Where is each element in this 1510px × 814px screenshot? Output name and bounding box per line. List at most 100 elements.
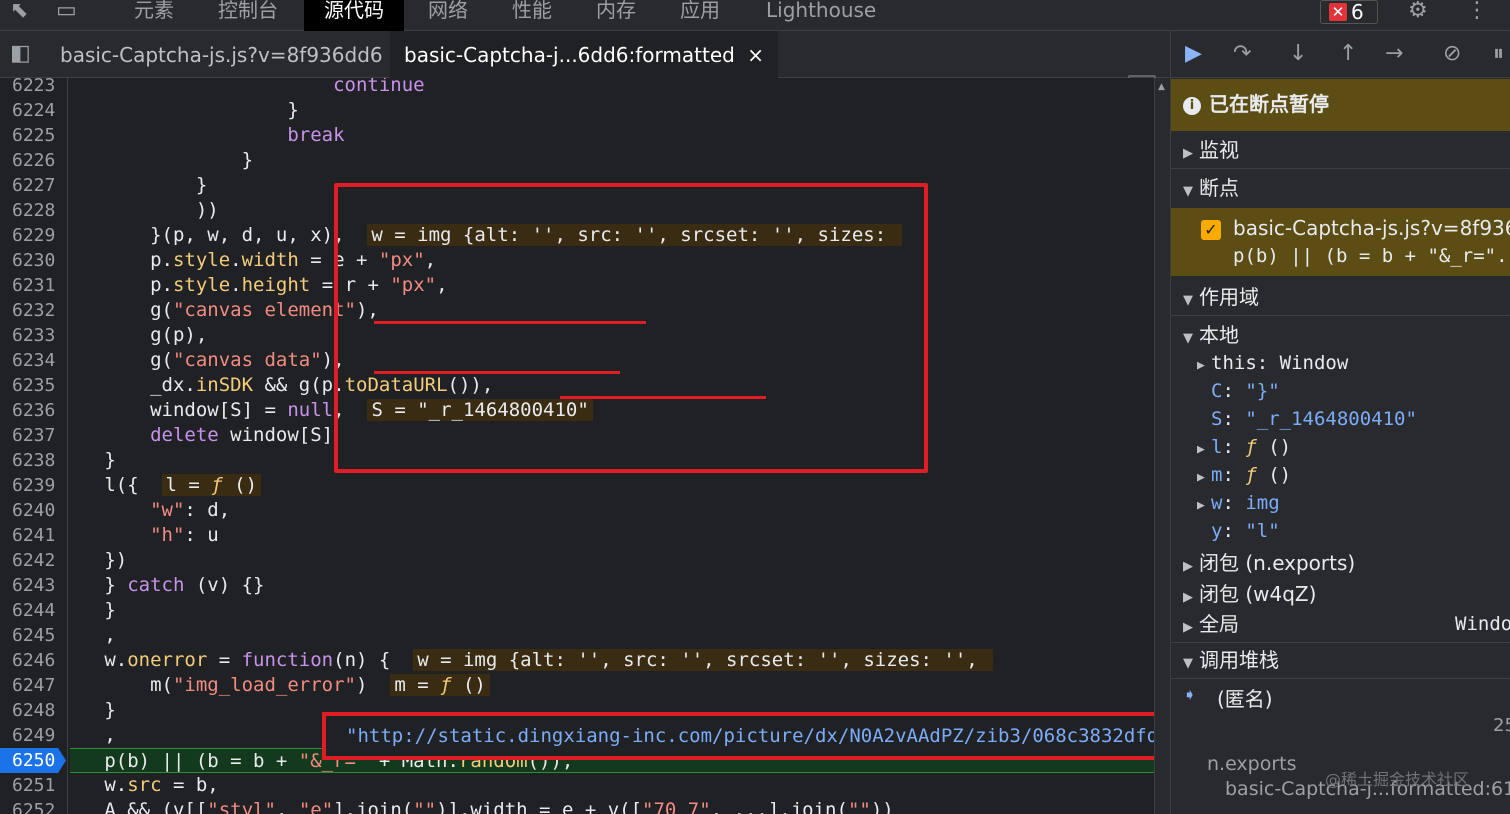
info-icon: i	[1183, 97, 1201, 115]
line-number[interactable]: 6233	[0, 323, 66, 348]
tab-sources[interactable]: 源代码	[304, 0, 404, 31]
code-line: break	[287, 124, 345, 146]
section-watch[interactable]: ▶ 监视	[1171, 132, 1510, 169]
collapse-icon: ▼	[1183, 656, 1193, 671]
line-number[interactable]: 6242	[0, 548, 66, 573]
line-number[interactable]: 6249	[0, 723, 66, 748]
line-number[interactable]: 6239	[0, 473, 66, 498]
line-number[interactable]: 6240	[0, 498, 66, 523]
line-number[interactable]: 6244	[0, 598, 66, 623]
line-number[interactable]: 6243	[0, 573, 66, 598]
closure2-label: 闭包 (w4qZ)	[1199, 582, 1317, 606]
section-call-stack[interactable]: ▼ 调用堆栈	[1171, 642, 1510, 679]
scope-label: 作用域	[1199, 285, 1259, 309]
watch-label: 监视	[1199, 138, 1239, 162]
tab-memory[interactable]: 内存	[586, 0, 646, 31]
line-number[interactable]: 6223	[0, 78, 66, 98]
breakpoint-item[interactable]: ✓ basic-Captcha-js.js?v=8f936... p(b) ||…	[1171, 208, 1510, 276]
line-number[interactable]: 6230	[0, 248, 66, 273]
scope-var-s[interactable]: S: "_r_1464800410"	[1211, 405, 1417, 433]
scope-var-m[interactable]: ▶ m: ƒ ()	[1197, 461, 1291, 489]
debugger-sidebar: ▶ ↷ ↓ ↑ → ⊘ ⏸ i 已在断点暂停 ▶ 监视 ▼ 断点 ✓ basic-Ca…	[1170, 31, 1510, 814]
line-number[interactable]: 6251	[0, 773, 66, 798]
code-line: }	[70, 149, 254, 171]
expand-icon: ▶	[1197, 442, 1205, 457]
step-icon[interactable]: →	[1385, 41, 1403, 66]
line-number[interactable]: 6252	[0, 798, 66, 814]
line-number[interactable]: 6227	[0, 173, 66, 198]
tab-performance[interactable]: 性能	[502, 0, 562, 31]
line-number[interactable]: 6238	[0, 448, 66, 473]
call-frame-nexports[interactable]: n.exports	[1207, 753, 1297, 775]
file-tab-original[interactable]: basic-Captcha-js.js?v=8f936dd6	[60, 31, 383, 78]
code-line: ,	[70, 624, 116, 646]
section-breakpoints[interactable]: ▼ 断点	[1171, 170, 1510, 207]
scope-global[interactable]: ▶ 全局 Windo	[1171, 606, 1510, 643]
tab-network[interactable]: 网络	[418, 0, 478, 31]
step-into-icon[interactable]: ↓	[1289, 41, 1307, 66]
tab-console[interactable]: 控制台	[208, 0, 288, 31]
line-number[interactable]: 6226	[0, 148, 66, 173]
scope-var-c[interactable]: C: "}"	[1211, 377, 1280, 405]
step-out-icon[interactable]: ↑	[1339, 41, 1357, 66]
expand-icon: ▶	[1197, 470, 1205, 485]
deactivate-breakpoints-icon[interactable]: ⊘	[1443, 41, 1461, 66]
line-number[interactable]: 6234	[0, 348, 66, 373]
scope-var-this[interactable]: ▶ this: Window	[1197, 349, 1348, 377]
call-frame-anonymous[interactable]: (匿名)	[1217, 683, 1273, 712]
more-options-icon[interactable]: ⋮	[1466, 0, 1488, 22]
code-line: w.onerror = function(n) { w = img {alt: …	[70, 648, 1154, 673]
scope-var-w[interactable]: ▶ w: img	[1197, 489, 1280, 517]
local-label: 本地	[1199, 323, 1239, 347]
line-number[interactable]: 6232	[0, 298, 66, 323]
code-line: }	[70, 99, 299, 121]
step-over-icon[interactable]: ↷	[1233, 41, 1251, 66]
expand-icon: ▶	[1183, 620, 1193, 635]
line-number[interactable]: 6247	[0, 673, 66, 698]
tab-elements[interactable]: 元素	[124, 0, 184, 31]
error-count: 6	[1351, 0, 1364, 24]
line-number[interactable]: 6236	[0, 398, 66, 423]
breakpoints-label: 断点	[1199, 176, 1239, 200]
current-frame-arrow-icon: ➧	[1183, 685, 1197, 704]
file-tab-formatted[interactable]: basic-Captcha-j...6dd6:formatted ×	[390, 31, 778, 78]
annotation-red-box	[334, 183, 928, 473]
scroll-up-icon[interactable]: ▲	[1158, 82, 1165, 92]
resume-icon[interactable]: ▶	[1185, 41, 1202, 66]
scope-var-l[interactable]: ▶ l: ƒ ()	[1197, 433, 1291, 461]
tab-lighthouse[interactable]: Lighthouse	[756, 0, 886, 31]
line-number[interactable]: 6229	[0, 223, 66, 248]
breakpoint-file: basic-Captcha-js.js?v=8f936...	[1233, 216, 1510, 240]
line-number-gutter[interactable]: 6223 6224 6225 6226 6227 6228 6229 6230 6231 6232…	[0, 78, 68, 814]
global-label: 全局	[1199, 612, 1239, 636]
line-number[interactable]: 6231	[0, 273, 66, 298]
current-line-number[interactable]: 6250	[0, 748, 66, 773]
watermark: @稀土掘金技术社区	[1325, 770, 1470, 789]
editor-tab-bar: ◧ basic-Captcha-js.js?v=8f936dd6 basic-C…	[0, 31, 1170, 97]
line-number[interactable]: 6235	[0, 373, 66, 398]
inspect-element-icon[interactable]: ⬉	[10, 0, 28, 22]
line-number[interactable]: 6224	[0, 98, 66, 123]
device-toolbar-icon[interactable]: ▭	[56, 0, 77, 22]
line-number[interactable]: 6245	[0, 623, 66, 648]
close-tab-icon[interactable]: ×	[747, 43, 764, 67]
settings-gear-icon[interactable]: ⚙	[1408, 0, 1428, 22]
tab-application[interactable]: 应用	[670, 0, 730, 31]
scope-var-y[interactable]: y: "l"	[1211, 517, 1280, 545]
toggle-navigator-icon[interactable]: ◧	[10, 43, 31, 65]
line-number[interactable]: 6248	[0, 698, 66, 723]
section-scope[interactable]: ▼ 作用域	[1171, 279, 1510, 316]
devtools-top-toolbar: ⬉ ▭ 元素 控制台 源代码 网络 性能 内存 应用 Lighthouse ✕ 6…	[0, 0, 1510, 31]
pause-on-exceptions-icon[interactable]: ⏸	[1493, 41, 1504, 66]
error-count-badge[interactable]: ✕ 6	[1320, 0, 1378, 24]
editor-scrollbar[interactable]: ▲	[1154, 78, 1170, 814]
annotation-underline	[374, 371, 620, 374]
line-number[interactable]: 6237	[0, 423, 66, 448]
line-number[interactable]: 6246	[0, 648, 66, 673]
closure1-label: 闭包 (n.exports)	[1199, 551, 1356, 575]
line-number[interactable]: 6241	[0, 523, 66, 548]
line-number[interactable]: 6228	[0, 198, 66, 223]
line-number[interactable]: 6225	[0, 123, 66, 148]
breakpoint-code: p(b) || (b = b + "&_r="...	[1233, 245, 1510, 267]
breakpoint-checkbox[interactable]: ✓	[1201, 220, 1221, 240]
